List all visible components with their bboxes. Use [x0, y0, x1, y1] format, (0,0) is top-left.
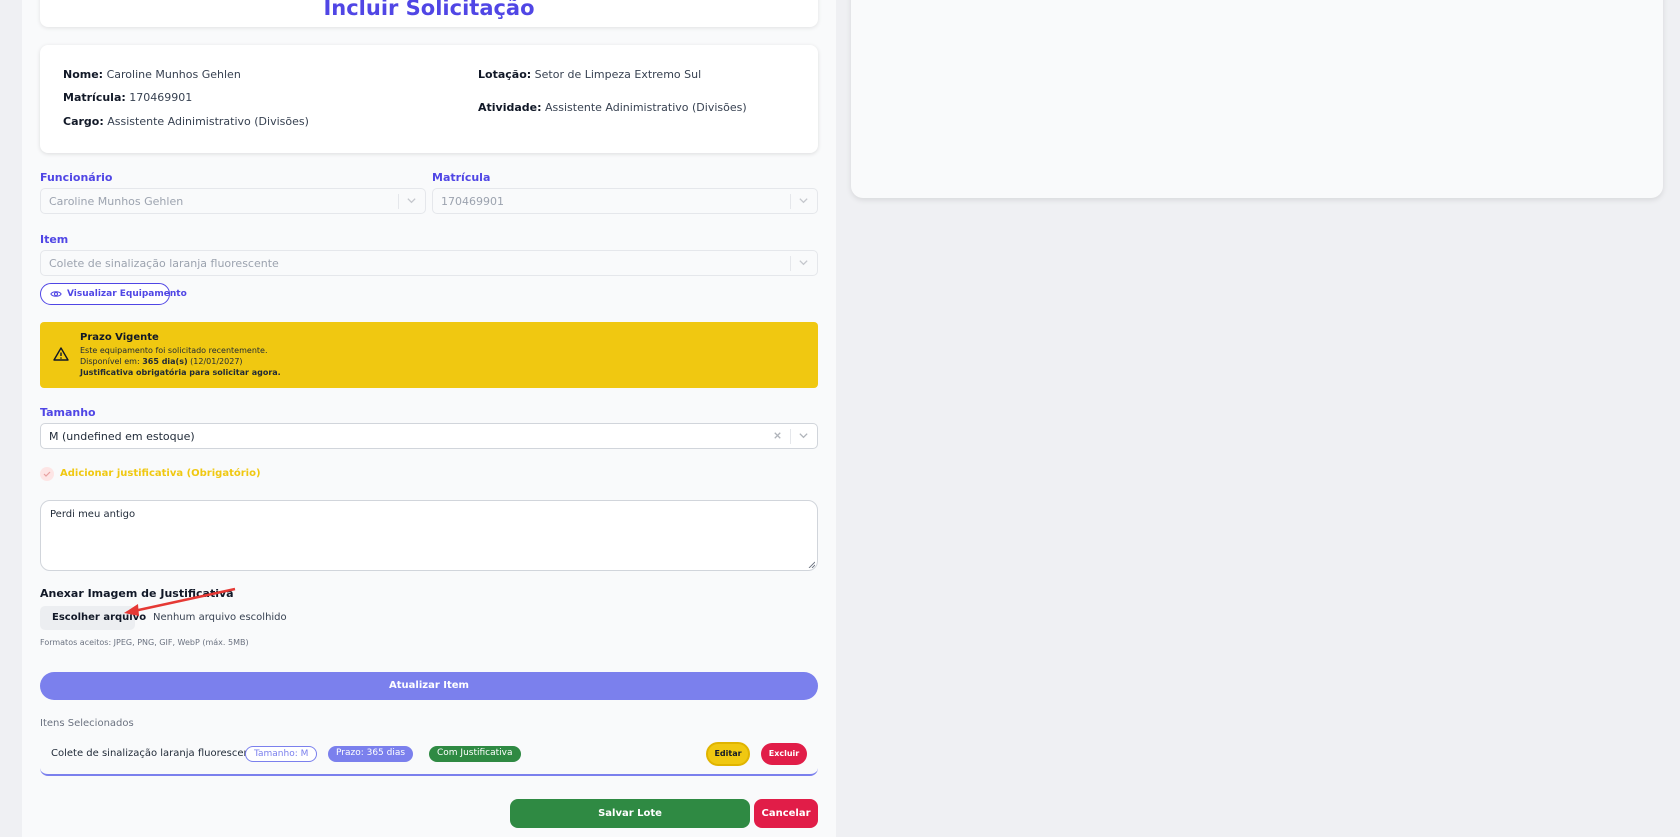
- matricula-value: 170469901: [441, 195, 504, 208]
- info-matricula: Matrícula: 170469901: [63, 91, 193, 104]
- selected-items-section: Itens Selecionados Colete de sinalização…: [40, 713, 818, 776]
- selected-item-name: Colete de sinalização laranja fluorescen…: [51, 748, 260, 759]
- justificativa-badge: Com Justificativa: [429, 746, 521, 762]
- select-separator: [790, 256, 791, 271]
- alert-title: Prazo Vigente: [80, 332, 159, 343]
- item-select[interactable]: Colete de sinalização laranja fluorescen…: [40, 250, 818, 276]
- page-title: Incluir Solicitação: [323, 0, 535, 20]
- info-lotacao: Lotação: Setor de Limpeza Extremo Sul: [478, 68, 702, 81]
- selected-items-title: Itens Selecionados: [40, 718, 134, 729]
- matricula-select[interactable]: 170469901: [432, 188, 818, 214]
- alert-line-1: Este equipamento foi solicitado recentem…: [80, 346, 268, 355]
- justificativa-checkbox[interactable]: [40, 467, 54, 481]
- select-separator: [790, 429, 791, 444]
- chevron-down-icon: [799, 433, 808, 439]
- justificativa-checkbox-label: Adicionar justificativa (Obrigatório): [60, 468, 261, 479]
- select-separator: [398, 194, 399, 209]
- employee-info-card: Nome: Caroline Munhos Gehlen Matrícula: …: [40, 45, 818, 153]
- update-item-label: Atualizar Item: [389, 680, 469, 691]
- alert-line-3: Justificativa obrigatória para solicitar…: [80, 368, 281, 377]
- check-icon: [43, 471, 51, 477]
- item-label: Item: [40, 233, 69, 246]
- edit-item-button[interactable]: Editar: [706, 742, 750, 766]
- info-atividade: Atividade: Assistente Adinimistrativo (D…: [478, 101, 747, 114]
- side-panel: [851, 0, 1663, 198]
- deadline-alert: Prazo Vigente Este equipamento foi solic…: [40, 322, 818, 388]
- resize-handle-icon[interactable]: [808, 561, 815, 568]
- eye-icon: [50, 291, 62, 297]
- select-separator: [790, 194, 791, 209]
- warning-triangle-icon: [53, 347, 69, 361]
- funcionario-select[interactable]: Caroline Munhos Gehlen: [40, 188, 426, 214]
- tamanho-value: M (undefined em estoque): [49, 430, 195, 443]
- tamanho-label: Tamanho: [40, 406, 96, 419]
- cancel-button[interactable]: Cancelar: [754, 799, 818, 828]
- formats-hint: Formatos aceitos: JPEG, PNG, GIF, WebP (…: [40, 638, 249, 647]
- view-equipment-label: Visualizar Equipamento: [67, 289, 187, 299]
- red-arrow-annotation: [124, 587, 236, 616]
- clear-icon[interactable]: [772, 430, 783, 441]
- update-item-button[interactable]: Atualizar Item: [40, 672, 818, 700]
- justificativa-text: Perdi meu antigo: [50, 509, 136, 520]
- info-nome: Nome: Caroline Munhos Gehlen: [63, 68, 241, 81]
- title-card: Incluir Solicitação: [40, 0, 818, 27]
- alert-line-2: Disponível em: 365 dia(s) (12/01/2027): [80, 357, 243, 366]
- chevron-down-icon: [799, 260, 808, 266]
- prazo-badge: Prazo: 365 dias: [328, 746, 414, 762]
- chevron-down-icon: [799, 198, 808, 204]
- size-badge: Tamanho: M: [245, 746, 318, 762]
- item-value: Colete de sinalização laranja fluorescen…: [49, 257, 279, 270]
- chevron-down-icon: [407, 198, 416, 204]
- funcionario-value: Caroline Munhos Gehlen: [49, 195, 184, 208]
- view-equipment-button[interactable]: Visualizar Equipamento: [40, 283, 187, 305]
- funcionario-label: Funcionário: [40, 171, 113, 184]
- delete-item-button[interactable]: Excluir: [761, 743, 807, 765]
- matricula-label: Matrícula: [432, 171, 491, 184]
- justificativa-textarea[interactable]: Perdi meu antigo: [40, 500, 818, 571]
- tamanho-select[interactable]: M (undefined em estoque): [40, 423, 818, 449]
- info-cargo: Cargo: Assistente Adinimistrativo (Divis…: [63, 115, 309, 128]
- save-batch-button[interactable]: Salvar Lote: [510, 799, 750, 828]
